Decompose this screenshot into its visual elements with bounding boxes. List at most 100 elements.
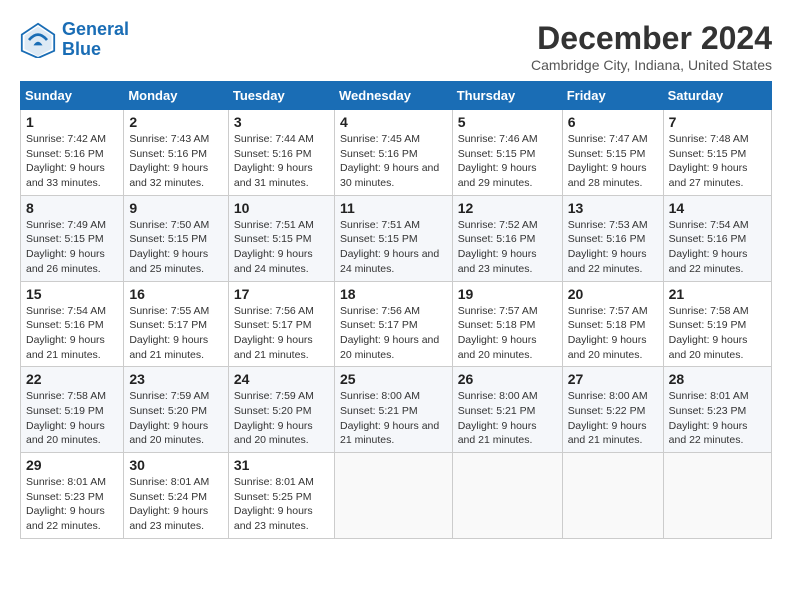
sunset-label: Sunset: 5:17 PM (340, 319, 418, 331)
sunrise-label: Sunrise: 7:59 AM (234, 390, 314, 402)
calendar-week-4: 22 Sunrise: 7:58 AM Sunset: 5:19 PM Dayl… (21, 367, 772, 453)
sunrise-label: Sunrise: 7:57 AM (568, 305, 648, 317)
month-title: December 2024 (531, 20, 772, 57)
daylight-label: Daylight: 9 hours and 25 minutes. (129, 248, 208, 275)
sunset-label: Sunset: 5:17 PM (234, 319, 312, 331)
daylight-label: Daylight: 9 hours and 22 minutes. (669, 248, 748, 275)
sunrise-label: Sunrise: 7:57 AM (458, 305, 538, 317)
location: Cambridge City, Indiana, United States (531, 57, 772, 73)
sunset-label: Sunset: 5:16 PM (234, 148, 312, 160)
sunrise-label: Sunrise: 7:45 AM (340, 133, 420, 145)
calendar-body: 1 Sunrise: 7:42 AM Sunset: 5:16 PM Dayli… (21, 110, 772, 539)
day-number: 11 (340, 200, 447, 216)
daylight-label: Daylight: 9 hours and 21 minutes. (458, 420, 537, 447)
daylight-label: Daylight: 9 hours and 20 minutes. (568, 334, 647, 361)
calendar-cell: 29 Sunrise: 8:01 AM Sunset: 5:23 PM Dayl… (21, 453, 124, 539)
daylight-label: Daylight: 9 hours and 20 minutes. (669, 334, 748, 361)
sunrise-label: Sunrise: 7:51 AM (234, 219, 314, 231)
calendar-cell: 4 Sunrise: 7:45 AM Sunset: 5:16 PM Dayli… (334, 110, 452, 196)
day-info: Sunrise: 7:50 AM Sunset: 5:15 PM Dayligh… (129, 218, 223, 277)
logo-text: General Blue (62, 20, 129, 60)
daylight-label: Daylight: 9 hours and 21 minutes. (340, 420, 439, 447)
day-number: 3 (234, 114, 329, 130)
sunrise-label: Sunrise: 8:00 AM (568, 390, 648, 402)
day-number: 29 (26, 457, 118, 473)
daylight-label: Daylight: 9 hours and 32 minutes. (129, 162, 208, 189)
day-number: 2 (129, 114, 223, 130)
day-info: Sunrise: 7:47 AM Sunset: 5:15 PM Dayligh… (568, 132, 658, 191)
calendar-cell: 24 Sunrise: 7:59 AM Sunset: 5:20 PM Dayl… (228, 367, 334, 453)
day-info: Sunrise: 7:46 AM Sunset: 5:15 PM Dayligh… (458, 132, 557, 191)
day-info: Sunrise: 7:58 AM Sunset: 5:19 PM Dayligh… (26, 389, 118, 448)
daylight-label: Daylight: 9 hours and 20 minutes. (340, 334, 439, 361)
daylight-label: Daylight: 9 hours and 21 minutes. (234, 334, 313, 361)
day-number: 21 (669, 286, 766, 302)
day-number: 9 (129, 200, 223, 216)
sunset-label: Sunset: 5:16 PM (340, 148, 418, 160)
day-info: Sunrise: 7:54 AM Sunset: 5:16 PM Dayligh… (26, 304, 118, 363)
sunrise-label: Sunrise: 8:00 AM (458, 390, 538, 402)
day-info: Sunrise: 7:59 AM Sunset: 5:20 PM Dayligh… (129, 389, 223, 448)
sunset-label: Sunset: 5:16 PM (26, 319, 104, 331)
day-number: 20 (568, 286, 658, 302)
calendar-cell: 23 Sunrise: 7:59 AM Sunset: 5:20 PM Dayl… (124, 367, 229, 453)
sunset-label: Sunset: 5:19 PM (669, 319, 747, 331)
day-number: 28 (669, 371, 766, 387)
sunset-label: Sunset: 5:15 PM (234, 233, 312, 245)
day-info: Sunrise: 7:58 AM Sunset: 5:19 PM Dayligh… (669, 304, 766, 363)
day-info: Sunrise: 7:51 AM Sunset: 5:15 PM Dayligh… (340, 218, 447, 277)
day-number: 13 (568, 200, 658, 216)
daylight-label: Daylight: 9 hours and 20 minutes. (26, 420, 105, 447)
daylight-label: Daylight: 9 hours and 21 minutes. (129, 334, 208, 361)
daylight-label: Daylight: 9 hours and 33 minutes. (26, 162, 105, 189)
daylight-label: Daylight: 9 hours and 31 minutes. (234, 162, 313, 189)
sunset-label: Sunset: 5:16 PM (458, 233, 536, 245)
day-info: Sunrise: 8:01 AM Sunset: 5:25 PM Dayligh… (234, 475, 329, 534)
day-number: 19 (458, 286, 557, 302)
day-info: Sunrise: 7:45 AM Sunset: 5:16 PM Dayligh… (340, 132, 447, 191)
calendar-cell: 10 Sunrise: 7:51 AM Sunset: 5:15 PM Dayl… (228, 195, 334, 281)
sunrise-label: Sunrise: 7:44 AM (234, 133, 314, 145)
calendar-cell: 13 Sunrise: 7:53 AM Sunset: 5:16 PM Dayl… (562, 195, 663, 281)
calendar-header-row: SundayMondayTuesdayWednesdayThursdayFrid… (21, 82, 772, 110)
sunset-label: Sunset: 5:20 PM (129, 405, 207, 417)
day-number: 25 (340, 371, 447, 387)
calendar-cell: 14 Sunrise: 7:54 AM Sunset: 5:16 PM Dayl… (663, 195, 771, 281)
day-number: 1 (26, 114, 118, 130)
daylight-label: Daylight: 9 hours and 23 minutes. (129, 505, 208, 532)
sunrise-label: Sunrise: 7:54 AM (669, 219, 749, 231)
daylight-label: Daylight: 9 hours and 29 minutes. (458, 162, 537, 189)
sunrise-label: Sunrise: 7:52 AM (458, 219, 538, 231)
sunset-label: Sunset: 5:17 PM (129, 319, 207, 331)
sunrise-label: Sunrise: 7:54 AM (26, 305, 106, 317)
day-info: Sunrise: 7:56 AM Sunset: 5:17 PM Dayligh… (234, 304, 329, 363)
calendar-week-1: 1 Sunrise: 7:42 AM Sunset: 5:16 PM Dayli… (21, 110, 772, 196)
sunrise-label: Sunrise: 7:59 AM (129, 390, 209, 402)
calendar-cell: 31 Sunrise: 8:01 AM Sunset: 5:25 PM Dayl… (228, 453, 334, 539)
daylight-label: Daylight: 9 hours and 24 minutes. (340, 248, 439, 275)
calendar-cell: 28 Sunrise: 8:01 AM Sunset: 5:23 PM Dayl… (663, 367, 771, 453)
sunrise-label: Sunrise: 7:46 AM (458, 133, 538, 145)
day-number: 17 (234, 286, 329, 302)
logo-line1: General (62, 19, 129, 39)
calendar-cell: 18 Sunrise: 7:56 AM Sunset: 5:17 PM Dayl… (334, 281, 452, 367)
daylight-label: Daylight: 9 hours and 22 minutes. (568, 248, 647, 275)
calendar-cell (562, 453, 663, 539)
calendar-cell: 27 Sunrise: 8:00 AM Sunset: 5:22 PM Dayl… (562, 367, 663, 453)
sunrise-label: Sunrise: 7:47 AM (568, 133, 648, 145)
day-number: 18 (340, 286, 447, 302)
day-number: 6 (568, 114, 658, 130)
sunset-label: Sunset: 5:19 PM (26, 405, 104, 417)
calendar-week-2: 8 Sunrise: 7:49 AM Sunset: 5:15 PM Dayli… (21, 195, 772, 281)
calendar-cell: 26 Sunrise: 8:00 AM Sunset: 5:21 PM Dayl… (452, 367, 562, 453)
calendar-cell: 2 Sunrise: 7:43 AM Sunset: 5:16 PM Dayli… (124, 110, 229, 196)
sunset-label: Sunset: 5:15 PM (458, 148, 536, 160)
sunrise-label: Sunrise: 7:53 AM (568, 219, 648, 231)
sunset-label: Sunset: 5:18 PM (568, 319, 646, 331)
calendar-cell: 6 Sunrise: 7:47 AM Sunset: 5:15 PM Dayli… (562, 110, 663, 196)
daylight-label: Daylight: 9 hours and 24 minutes. (234, 248, 313, 275)
sunset-label: Sunset: 5:23 PM (26, 491, 104, 503)
day-number: 15 (26, 286, 118, 302)
calendar-cell: 15 Sunrise: 7:54 AM Sunset: 5:16 PM Dayl… (21, 281, 124, 367)
calendar-header-thursday: Thursday (452, 82, 562, 110)
